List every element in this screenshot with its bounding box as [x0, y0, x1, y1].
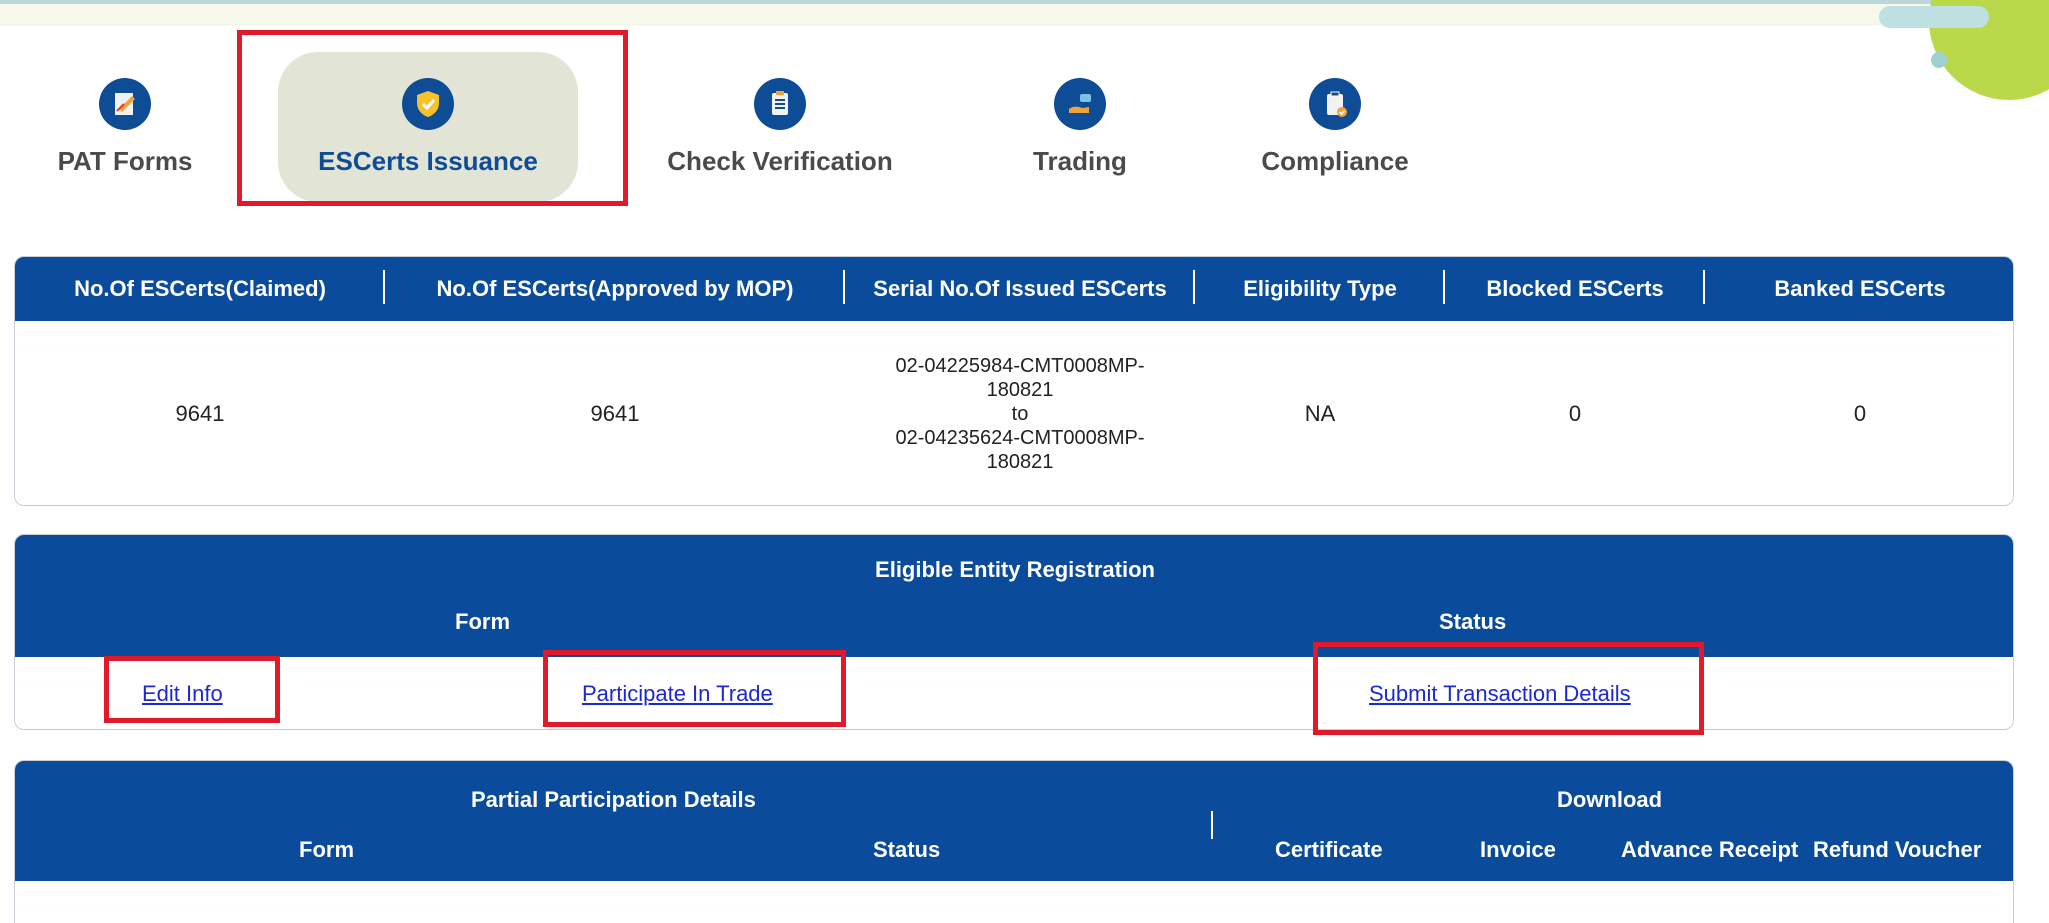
- serial-to-line2: 180821: [986, 451, 1054, 473]
- decorative-pill: [1879, 6, 1989, 28]
- table-header: No.Of ESCerts(Claimed) No.Of ESCerts(App…: [15, 257, 2013, 321]
- column-divider: [1211, 811, 1213, 839]
- escerts-summary-table: No.Of ESCerts(Claimed) No.Of ESCerts(App…: [14, 256, 2014, 506]
- top-banner-strip: [0, 0, 2049, 26]
- col-invoice: Invoice: [1480, 837, 1556, 862]
- submit-transaction-details-link[interactable]: Submit Transaction Details: [1369, 681, 1631, 707]
- tab-label: ESCerts Issuance: [318, 145, 538, 176]
- cell-eligibility: NA: [1304, 401, 1336, 426]
- tab-compliance[interactable]: Compliance: [1250, 52, 1420, 202]
- clipboard-check-icon: [1309, 77, 1361, 130]
- col-status: Status: [873, 837, 941, 862]
- tab-escerts-issuance[interactable]: ESCerts Issuance: [278, 52, 578, 202]
- serial-to-line1: 02-04235624-CMT0008MP-: [895, 427, 1145, 449]
- col-form: Form: [299, 837, 354, 862]
- cell-blocked: 0: [1568, 401, 1582, 426]
- registration-title: Eligible Entity Registration: [875, 557, 1155, 582]
- tab-label: Compliance: [1261, 145, 1409, 176]
- serial-to-word: to: [1011, 403, 1029, 425]
- serial-from-line2: 180821: [986, 379, 1054, 401]
- tab-label: Check Verification: [667, 145, 893, 176]
- tab-trading[interactable]: Trading: [1000, 52, 1160, 202]
- partial-participation-table: Partial Participation Details Download F…: [14, 760, 2014, 923]
- col-banked: Banked ESCerts: [1774, 276, 1946, 301]
- edit-info-link[interactable]: Edit Info: [142, 681, 223, 707]
- registration-table: Eligible Entity Registration Form Status…: [14, 534, 2014, 730]
- cell-claimed: 9641: [175, 401, 225, 426]
- partial-title: Partial Participation Details: [471, 787, 756, 812]
- tab-label: PAT Forms: [57, 145, 193, 176]
- edit-form-icon: [99, 77, 151, 130]
- download-heading: Download: [1557, 787, 1663, 812]
- col-refund-voucher: Refund Voucher: [1813, 837, 1982, 862]
- participate-in-trade-link[interactable]: Participate In Trade: [582, 681, 773, 707]
- decorative-dot: [1931, 52, 1947, 68]
- shield-check-icon: [402, 77, 454, 130]
- col-form: Form: [455, 609, 510, 634]
- col-serial: Serial No.Of Issued ESCerts: [845, 270, 1195, 304]
- checklist-icon: [754, 77, 806, 130]
- col-status: Status: [1439, 609, 1507, 634]
- table-row: 9641 9641 02-04225984-CMT0008MP- 180821 …: [15, 321, 2013, 505]
- trade-hand-icon: [1054, 77, 1106, 130]
- tab-pat-forms[interactable]: PAT Forms: [40, 52, 210, 202]
- registration-row: Edit Info Participate In Trade Submit Tr…: [15, 657, 2013, 729]
- cell-serial: 02-04225984-CMT0008MP- 180821 to 02-0423…: [845, 354, 1195, 474]
- table-header: Eligible Entity Registration Form Status: [15, 535, 2013, 657]
- module-tabs: PAT Forms ESCerts Issuance Check Verific…: [0, 40, 1500, 210]
- col-approved: No.Of ESCerts(Approved by MOP): [385, 270, 845, 304]
- serial-from-line1: 02-04225984-CMT0008MP-: [895, 355, 1145, 377]
- col-certificate: Certificate: [1275, 837, 1383, 862]
- col-claimed: No.Of ESCerts(Claimed): [15, 270, 385, 304]
- tab-label: Trading: [1033, 145, 1127, 176]
- col-blocked: Blocked ESCerts: [1445, 270, 1705, 304]
- table-header: Partial Participation Details Download F…: [15, 761, 2013, 881]
- col-advance-receipt: Advance Receipt: [1621, 837, 1799, 862]
- col-eligibility: Eligibility Type: [1195, 270, 1445, 304]
- cell-banked: 0: [1853, 401, 1867, 426]
- tab-check-verification[interactable]: Check Verification: [660, 52, 900, 202]
- cell-approved: 9641: [590, 401, 640, 426]
